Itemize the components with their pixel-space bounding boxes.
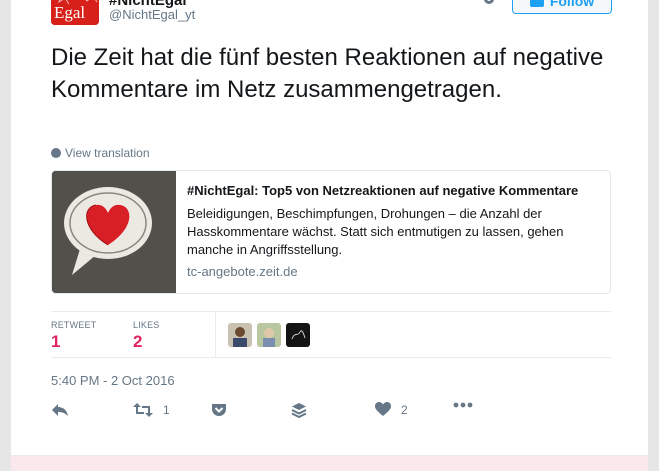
retweets-count[interactable]: 1 [51,332,60,352]
liker-avatar[interactable] [286,323,310,347]
follow-person-icon [529,0,544,7]
link-card[interactable]: #NichtEgal: Top5 von Netzreaktionen auf … [51,170,611,294]
next-item-strip [11,455,648,471]
screen-name[interactable]: @NichtEgal_yt [109,7,195,22]
follow-button[interactable]: Follow [512,0,612,14]
view-translation-label: View translation [65,146,150,160]
tweet-card: Egal #NichtEgal @NichtEgal_yt Follow Die… [11,0,648,471]
link-card-description: Beleidigungen, Beschimpfungen, Drohungen… [187,206,564,257]
retweets-label[interactable]: RETWEET [51,320,96,330]
likers-list [228,323,310,347]
action-bar: 1 2 [51,402,611,424]
retweet-button[interactable]: 1 [133,402,170,418]
like-action-count: 2 [401,402,408,417]
liker-avatar[interactable] [257,323,281,347]
stats-vertical-divider [215,312,216,357]
retweet-action-count: 1 [163,403,170,417]
tweet-text: Die Zeit hat die fünf besten Reaktionen … [51,44,604,103]
link-card-title[interactable]: #NichtEgal: Top5 von Netzreaktionen auf … [187,183,601,199]
buffer-button[interactable] [291,402,307,418]
more-icon [453,402,473,408]
gear-icon[interactable] [481,0,497,7]
link-card-domain[interactable]: tc-angebote.zeit.de [187,264,298,279]
follow-label: Follow [549,0,595,9]
likes-count[interactable]: 2 [133,332,142,352]
reply-icon [52,404,68,416]
heart-icon [375,402,391,416]
liker-avatar[interactable] [228,323,252,347]
likes-label[interactable]: LIKES [133,320,160,330]
buffer-icon [291,403,307,418]
pocket-button[interactable] [211,402,227,418]
view-translation-link[interactable]: View translation [51,146,150,160]
reply-button[interactable] [51,402,69,418]
like-button[interactable]: 2 [375,402,408,417]
avatar-logo-text: Egal [54,3,86,22]
tweet-timestamp[interactable]: 5:40 PM - 2 Oct 2016 [51,373,175,388]
stats-divider-top [51,311,611,312]
stats-divider-bottom [51,357,611,358]
more-button[interactable] [453,402,473,408]
link-thumbnail-image [52,171,176,293]
pocket-icon [212,404,226,416]
globe-icon [51,148,61,158]
avatar[interactable]: Egal [51,0,99,25]
retweet-icon [133,403,153,417]
